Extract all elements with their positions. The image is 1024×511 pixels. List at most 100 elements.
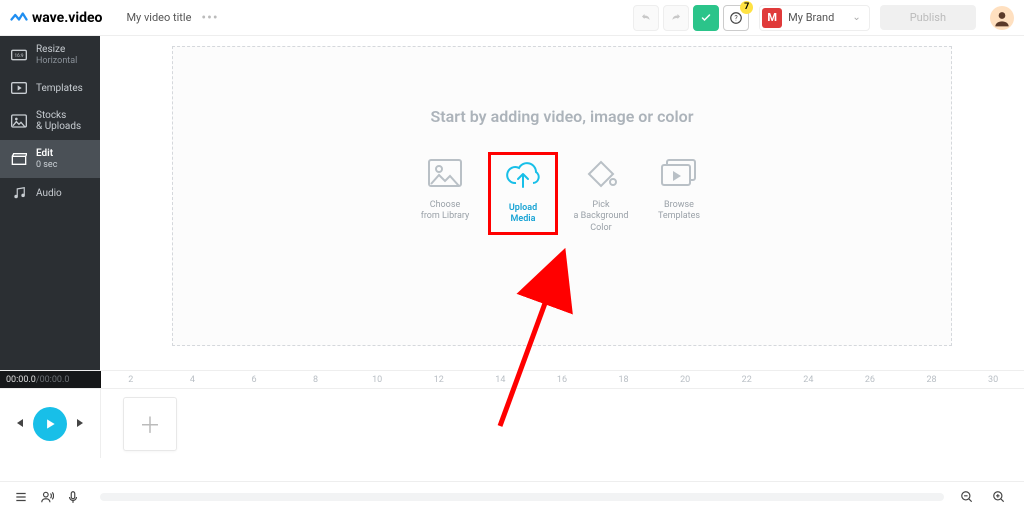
add-clip-button[interactable]: ＋ <box>123 397 177 451</box>
play-icon <box>43 417 57 431</box>
paint-bucket-icon <box>583 158 619 188</box>
bottom-bar <box>0 481 1024 511</box>
help-icon: ? <box>729 11 743 25</box>
ruler-tick: 20 <box>654 371 716 388</box>
play-button[interactable] <box>33 407 67 441</box>
ruler-tick: 4 <box>162 371 224 388</box>
list-icon <box>14 490 28 504</box>
ruler-tick: 26 <box>839 371 901 388</box>
help-badge-count: 7 <box>740 1 753 14</box>
playhead[interactable] <box>100 371 101 388</box>
undo-icon <box>640 12 652 24</box>
sidebar-item-label: Stocks & Uploads <box>36 110 81 132</box>
publish-button[interactable]: Publish <box>880 5 976 30</box>
zoom-in-icon <box>992 490 1006 504</box>
top-bar: wave.video My video title ••• ? 7 M My B… <box>0 0 1024 36</box>
help-button[interactable]: ? 7 <box>723 5 749 31</box>
ruler-tick: 16 <box>531 371 593 388</box>
ruler-tick: 28 <box>901 371 963 388</box>
saved-indicator <box>693 5 719 31</box>
add-media-options: Choose from Library Upload Media Pick a … <box>410 152 714 235</box>
chevron-down-icon: ⌄ <box>852 12 860 23</box>
empty-canvas[interactable]: Start by adding video, image or color Ch… <box>172 46 952 346</box>
sidebar-item-sub: Horizontal <box>36 56 77 66</box>
app-name: wave.video <box>32 10 102 26</box>
ruler-tick: 6 <box>223 371 285 388</box>
option-pick-bg-color[interactable]: Pick a Background Color <box>566 152 636 235</box>
editor-main: 16:9 ResizeHorizontal Templates Stocks &… <box>0 36 1024 370</box>
time-total: 00:00.0 <box>40 375 70 385</box>
canvas-prompt: Start by adding video, image or color <box>431 107 694 126</box>
ruler-tick: 24 <box>778 371 840 388</box>
sidebar-item-label: Edit <box>36 148 57 159</box>
option-label: Choose from Library <box>421 200 470 223</box>
aspect-ratio-icon: 16:9 <box>10 49 28 61</box>
mic-button[interactable] <box>62 486 84 508</box>
svg-text:?: ? <box>735 14 739 22</box>
sidebar-item-resize[interactable]: 16:9 ResizeHorizontal <box>0 36 100 74</box>
sidebar-item-label: Resize <box>36 44 77 55</box>
brand-selector[interactable]: M My Brand ⌄ <box>759 5 870 31</box>
voice-over-button[interactable] <box>36 486 58 508</box>
ruler-tick: 22 <box>716 371 778 388</box>
option-choose-library[interactable]: Choose from Library <box>410 152 480 235</box>
skip-back-icon <box>13 417 25 429</box>
wave-logo-icon <box>10 9 28 27</box>
more-menu-icon[interactable]: ••• <box>201 10 218 26</box>
next-frame-button[interactable] <box>75 414 87 433</box>
user-avatar[interactable] <box>990 6 1014 30</box>
option-upload-media[interactable]: Upload Media <box>488 152 558 235</box>
option-label: Pick a Background Color <box>574 200 629 234</box>
redo-icon <box>670 12 682 24</box>
ruler-tick: 18 <box>593 371 655 388</box>
sidebar-item-audio[interactable]: Audio <box>0 178 100 208</box>
microphone-icon <box>66 490 80 504</box>
ruler-tick: 12 <box>408 371 470 388</box>
ruler-tick: 8 <box>285 371 347 388</box>
ruler-tick: 10 <box>346 371 408 388</box>
ruler-tick: 30 <box>962 371 1024 388</box>
option-label: Upload Media <box>509 203 537 226</box>
templates-icon <box>10 82 28 94</box>
option-browse-templates[interactable]: Browse Templates <box>644 152 714 235</box>
timeline-header: 00:00.0/00:00.0 2 4 6 8 10 12 14 16 18 2… <box>0 370 1024 388</box>
redo-button[interactable] <box>663 5 689 31</box>
zoom-out-button[interactable] <box>956 486 978 508</box>
svg-text:16:9: 16:9 <box>15 53 24 59</box>
clapperboard-icon <box>10 152 28 166</box>
canvas-area: Start by adding video, image or color Ch… <box>100 36 1024 370</box>
project-title[interactable]: My video title <box>126 11 191 24</box>
prev-frame-button[interactable] <box>13 414 25 433</box>
templates-stack-icon <box>659 158 699 188</box>
left-sidebar: 16:9 ResizeHorizontal Templates Stocks &… <box>0 36 100 370</box>
brand-initial: M <box>762 8 782 28</box>
timeline-ruler[interactable]: 2 4 6 8 10 12 14 16 18 20 22 24 26 28 30 <box>100 371 1024 388</box>
upload-cloud-icon <box>505 161 541 191</box>
sidebar-item-templates[interactable]: Templates <box>0 74 100 102</box>
plus-icon: ＋ <box>139 408 161 440</box>
undo-button[interactable] <box>633 5 659 31</box>
person-speaking-icon <box>40 490 54 504</box>
skip-forward-icon <box>75 417 87 429</box>
option-label: Browse Templates <box>658 200 700 223</box>
ruler-tick: 14 <box>470 371 532 388</box>
sidebar-item-edit[interactable]: Edit0 sec <box>0 140 100 178</box>
transport-controls <box>0 389 100 458</box>
library-icon <box>427 158 463 188</box>
time-display: 00:00.0/00:00.0 <box>0 371 100 388</box>
image-icon <box>10 114 28 128</box>
brand-label: My Brand <box>788 11 834 24</box>
sidebar-item-label: Audio <box>36 188 62 199</box>
avatar-icon <box>992 8 1012 28</box>
timeline-track: ＋ <box>0 388 1024 458</box>
zoom-in-button[interactable] <box>988 486 1010 508</box>
horizontal-scrollbar[interactable] <box>100 493 944 501</box>
check-icon <box>700 12 712 24</box>
sidebar-item-sub: 0 sec <box>36 160 57 170</box>
sidebar-item-label: Templates <box>36 83 83 94</box>
sidebar-item-stocks[interactable]: Stocks & Uploads <box>0 102 100 140</box>
zoom-out-icon <box>960 490 974 504</box>
list-toggle-button[interactable] <box>10 486 32 508</box>
music-note-icon <box>10 186 28 200</box>
app-logo: wave.video <box>10 9 102 27</box>
